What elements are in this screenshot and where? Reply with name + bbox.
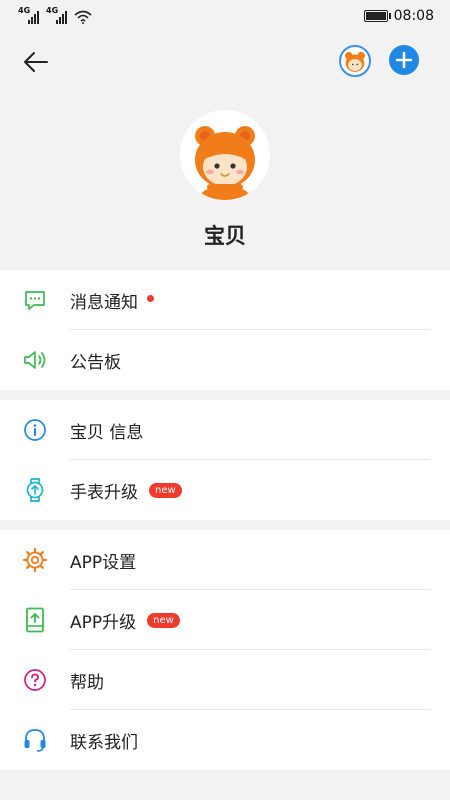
- menu-group-1: 消息通知 公告板: [0, 270, 450, 390]
- menu-item-watch-upgrade[interactable]: 手表升级 new: [0, 460, 450, 520]
- gear-icon: [22, 547, 48, 573]
- menu-item-notifications[interactable]: 消息通知: [0, 270, 450, 330]
- clock: 08:08: [393, 8, 434, 24]
- phone-upgrade-icon: [22, 607, 48, 633]
- watch-icon: [22, 477, 48, 503]
- signal-group: 4G 4G: [18, 6, 92, 24]
- menu-item-label: 帮助: [70, 672, 104, 693]
- menu-item-child-info[interactable]: 宝贝 信息: [0, 400, 450, 460]
- plus-icon: [395, 51, 413, 69]
- menu-item-bulletin[interactable]: 公告板: [0, 330, 450, 390]
- profile-avatar[interactable]: [180, 110, 270, 200]
- status-bar: 4G 4G 08:08: [0, 0, 450, 32]
- menu-item-help[interactable]: 帮助: [0, 650, 450, 710]
- menu-group-2: 宝贝 信息 手表升级 new: [0, 400, 450, 520]
- info-icon: [22, 417, 48, 443]
- menu-item-label: APP升级: [70, 612, 137, 633]
- menu-item-label: APP设置: [70, 552, 137, 573]
- signal-2-icon: 4G: [46, 6, 68, 24]
- menu-item-app-upgrade[interactable]: APP升级 new: [0, 590, 450, 650]
- menu-item-label: 公告板: [70, 352, 121, 373]
- menu-item-app-settings[interactable]: APP设置: [0, 530, 450, 590]
- status-right: 08:08: [363, 8, 434, 24]
- menu-item-label: 宝贝 信息: [70, 422, 144, 443]
- section-gap: [0, 520, 450, 530]
- child-cartoon-icon: [180, 110, 270, 200]
- network-type-label: 4G: [46, 6, 59, 15]
- back-button[interactable]: [18, 44, 54, 80]
- menu-item-label: 手表升级: [70, 482, 138, 503]
- menu-group-3: APP设置 APP升级 new 帮助 联系我们: [0, 530, 450, 770]
- avatar-icon: [345, 51, 365, 72]
- message-icon: [22, 287, 48, 313]
- profile-name: 宝贝: [204, 224, 246, 248]
- menu-item-label: 消息通知: [70, 292, 138, 313]
- unread-dot: [147, 294, 154, 302]
- signal-1-icon: 4G: [18, 6, 40, 24]
- wifi-icon: [74, 10, 92, 24]
- child-avatar-button[interactable]: [339, 45, 371, 77]
- help-icon: [22, 667, 48, 693]
- network-type-label: 4G: [18, 6, 31, 15]
- profile-header: 宝贝: [0, 90, 450, 270]
- menu-item-contact[interactable]: 联系我们: [0, 710, 450, 770]
- top-bar: [0, 32, 450, 90]
- add-button[interactable]: [389, 45, 419, 75]
- menu-item-label: 联系我们: [70, 732, 138, 753]
- speaker-icon: [22, 347, 48, 373]
- back-arrow-icon: [24, 52, 48, 72]
- headset-icon: [22, 727, 48, 753]
- new-badge: new: [149, 482, 182, 498]
- section-gap: [0, 390, 450, 400]
- battery-full-icon: [363, 10, 391, 22]
- new-badge: new: [147, 612, 180, 628]
